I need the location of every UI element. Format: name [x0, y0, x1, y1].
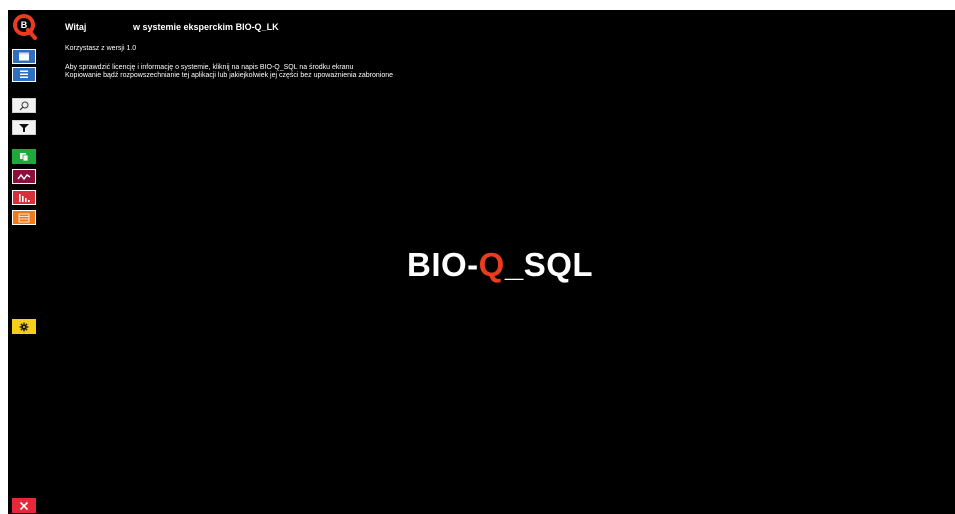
sidebar: B	[8, 10, 44, 514]
search-button[interactable]	[12, 98, 36, 113]
filter-button[interactable]	[12, 120, 36, 135]
brand-part-1: BIO-	[407, 246, 479, 283]
info-line-2: Kopiowanie bądź rozpowszechnianie tej ap…	[65, 72, 394, 79]
app-window: B Witaj w systemie eksperckim BIO-Q_LK K…	[8, 10, 955, 514]
window-button[interactable]	[12, 49, 36, 64]
brand-q: Q	[478, 246, 505, 283]
close-icon	[19, 501, 29, 510]
brand-part-3: _SQL	[504, 246, 594, 283]
bar-chart-icon	[19, 193, 30, 202]
window-icon	[19, 52, 29, 61]
greeting-text: Witaj	[65, 22, 87, 32]
info-line-1: Aby sprawdzić licencję i informację o sy…	[65, 64, 354, 71]
table-button[interactable]	[12, 210, 36, 225]
gear-icon	[19, 322, 29, 331]
settings-button[interactable]	[12, 319, 36, 334]
line-chart-button[interactable]	[12, 169, 36, 184]
filter-icon	[19, 123, 29, 132]
search-icon	[19, 101, 29, 110]
line-chart-icon	[17, 173, 31, 180]
header: Witaj w systemie eksperckim BIO-Q_LK	[65, 22, 279, 32]
copy-button[interactable]	[12, 149, 36, 164]
logo-letter: B	[21, 20, 28, 30]
list-icon	[20, 70, 28, 78]
bar-chart-button[interactable]	[12, 190, 36, 205]
system-name-text: w systemie eksperckim BIO-Q_LK	[133, 22, 279, 32]
list-button[interactable]	[12, 67, 36, 82]
close-button[interactable]	[12, 498, 36, 513]
version-text: Korzystasz z wersji 1.0	[65, 45, 137, 52]
brand-title-link[interactable]: BIO-Q_SQL	[407, 246, 593, 284]
copy-icon	[20, 152, 29, 161]
table-icon	[18, 213, 30, 222]
app-logo: B	[13, 14, 37, 40]
